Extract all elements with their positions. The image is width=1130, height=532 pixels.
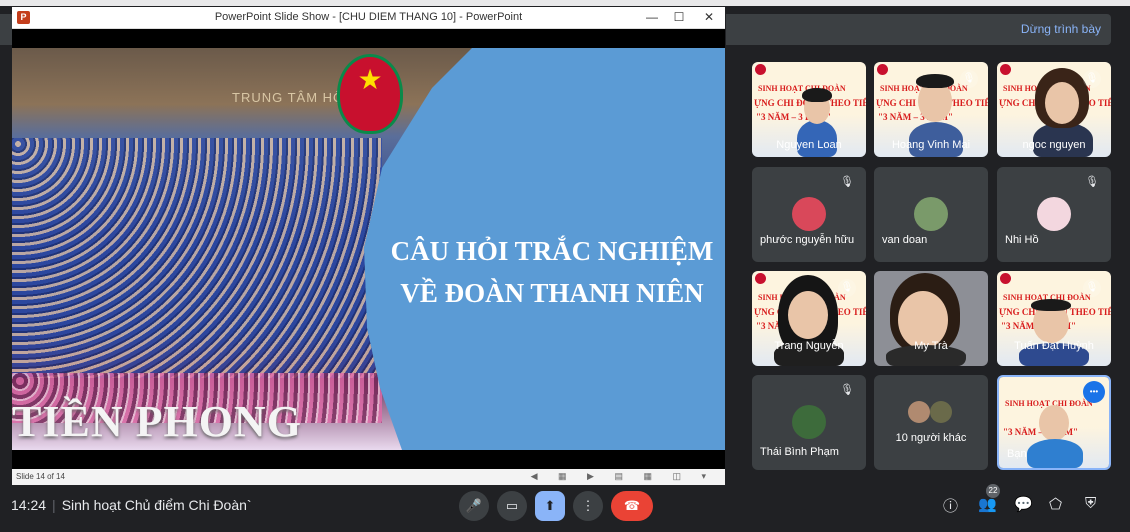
participant-tile[interactable]: SINH HOẠT CHI ĐOÀN ỰNG CHI ĐOÀN THEO TIÊ… bbox=[752, 62, 866, 157]
others-tile[interactable]: 10 người khác bbox=[874, 375, 988, 470]
slide-title: CÂU HỎI TRẮC NGHIỆM VỀ ĐOÀN THANH NIÊN bbox=[372, 230, 725, 314]
meeting-info: 14:24 | Sinh hoạt Chủ điểm Chi Đoàn` bbox=[11, 497, 252, 513]
participant-tile[interactable]: SINH HOẠT CHI ĐOÀN ỰNG CHI ĐOÀN THEO TIÊ… bbox=[752, 271, 866, 366]
self-tile[interactable]: SINH HOẠT CHI ĐOÀN "3 NĂM – 3 LÀM" ••• B… bbox=[997, 375, 1111, 470]
host-controls-icon[interactable]: ⛨ bbox=[1085, 495, 1096, 512]
avatar bbox=[930, 401, 952, 423]
others-count-label: 10 người khác bbox=[895, 432, 967, 444]
participant-tile[interactable]: 🎙 phước nguyễn hữu bbox=[752, 167, 866, 262]
view-controls-icons[interactable]: ◀ ▦ ▶ ▤ ▦ ◫ ▾ bbox=[531, 471, 715, 482]
ppt-window-title: PowerPoint Slide Show - [CHU DIEM THANG … bbox=[214, 11, 523, 23]
photo-caption: TIỀN PHONG bbox=[12, 397, 302, 446]
more-options-button[interactable]: ⋮ bbox=[573, 491, 603, 521]
union-flag-icon bbox=[755, 273, 766, 284]
people-icon[interactable]: 👥 bbox=[978, 495, 997, 513]
meeting-title: Sinh hoạt Chủ điểm Chi Đoàn` bbox=[61, 497, 252, 513]
meeting-details-icon[interactable]: ⓘ bbox=[943, 495, 958, 516]
participant-tile[interactable]: SINH HOẠT CHI ĐOÀN ỰNG CHI ĐOÀN THEO TIÊ… bbox=[997, 271, 1111, 366]
mic-off-icon: 🎙 bbox=[960, 70, 978, 88]
ppt-title-bar: P PowerPoint Slide Show - [CHU DIEM THAN… bbox=[12, 7, 725, 29]
separator: | bbox=[52, 497, 56, 513]
mic-off-icon: 🎙 bbox=[840, 384, 854, 396]
mic-off-icon: 🎙 bbox=[1085, 176, 1099, 188]
avatar bbox=[908, 401, 930, 423]
participant-name: phước nguyễn hữu bbox=[760, 234, 855, 246]
participant-tile[interactable]: van doan bbox=[874, 167, 988, 262]
slide-number: Slide 14 of 14 bbox=[16, 472, 65, 481]
mic-off-icon: 🎙 bbox=[1083, 70, 1101, 88]
participant-face bbox=[1045, 82, 1079, 124]
participant-name: Hoang Vinh Mai bbox=[891, 139, 971, 151]
clock-time: 14:24 bbox=[11, 497, 47, 513]
participant-name: Trang Nguyễn bbox=[774, 340, 844, 352]
participant-tile[interactable]: My Trà bbox=[874, 271, 988, 366]
maximize-icon[interactable]: ☐ bbox=[664, 9, 694, 25]
participant-face bbox=[1039, 405, 1069, 441]
present-now-button[interactable]: ⬆ bbox=[535, 491, 565, 521]
participant-name: Nhi Hồ bbox=[1005, 234, 1039, 246]
participant-name: van doan bbox=[882, 234, 928, 246]
left-edge bbox=[0, 14, 12, 45]
bottom-toolbar: 14:24 | Sinh hoạt Chủ điểm Chi Đoàn` 🎤 ▭ ⬆… bbox=[0, 484, 1130, 532]
more-options-icon[interactable]: ••• bbox=[1083, 381, 1105, 403]
youth-union-emblem-icon: ★ bbox=[337, 54, 403, 134]
union-flag-icon bbox=[1000, 64, 1011, 75]
minimize-icon[interactable]: — bbox=[637, 9, 667, 25]
slide-thumb-line1: SINH HOẠT CHI ĐOÀN bbox=[758, 84, 846, 93]
slide[interactable]: TRUNG TÂM HỘI ★ TIỀN PHONG CÂU HỎI TRẮC … bbox=[12, 48, 725, 450]
participant-face bbox=[788, 291, 828, 339]
participant-hair bbox=[1031, 299, 1071, 311]
photo-banner: TRUNG TÂM HỘI bbox=[232, 90, 349, 105]
participant-hair bbox=[802, 88, 832, 102]
chat-icon[interactable]: 💬 bbox=[1014, 495, 1033, 513]
participant-name: Nguyen Loan bbox=[776, 139, 842, 151]
slide-title-line1: CÂU HỎI TRẮC NGHIỆM bbox=[390, 236, 714, 266]
participant-name: Tuấn Đạt Huỳnh bbox=[1014, 340, 1094, 352]
participant-tile[interactable]: 🎙 Nhi Hồ bbox=[997, 167, 1111, 262]
slide-area: TRUNG TÂM HỘI ★ TIỀN PHONG CÂU HỎI TRẮC … bbox=[12, 29, 725, 469]
avatar bbox=[914, 197, 948, 231]
participant-name: Thái Bình Phạm bbox=[760, 446, 839, 458]
participant-tile[interactable]: SINH HOẠT CHI ĐOÀN ỰNG CHI ĐOÀN THEO TIÊ… bbox=[997, 62, 1111, 157]
avatar bbox=[792, 197, 826, 231]
participant-tile[interactable]: 🎙 Thái Bình Phạm bbox=[752, 375, 866, 470]
participant-name: My Trà bbox=[914, 340, 948, 352]
activities-icon[interactable]: ⬠ bbox=[1049, 495, 1062, 513]
union-flag-icon bbox=[1000, 273, 1011, 284]
mic-off-icon: 🎙 bbox=[838, 279, 856, 297]
participant-name: Bạn bbox=[1007, 448, 1027, 460]
ppt-status-bar: Slide 14 of 14 ◀ ▦ ▶ ▤ ▦ ◫ ▾ bbox=[12, 469, 725, 485]
stop-presenting-button[interactable]: Dừng trình bày bbox=[1021, 22, 1101, 36]
presenting-bar: Dừng trình bày bbox=[726, 14, 1111, 45]
avatar bbox=[1037, 197, 1071, 231]
powerpoint-window: P PowerPoint Slide Show - [CHU DIEM THAN… bbox=[12, 7, 725, 485]
avatar bbox=[792, 405, 826, 439]
leave-call-button[interactable]: ☎ bbox=[611, 491, 653, 521]
top-strip bbox=[0, 0, 1130, 6]
mic-off-icon: 🎙 bbox=[840, 176, 854, 188]
mic-off-icon: 🎙 bbox=[1083, 279, 1101, 297]
camera-button[interactable]: ▭ bbox=[497, 491, 527, 521]
participant-tile[interactable]: SINH HOẠT CHI ĐOÀN ỰNG CHI ĐOÀN THEO TIÊ… bbox=[874, 62, 988, 157]
slide-title-line2: VỀ ĐOÀN THANH NIÊN bbox=[400, 278, 704, 308]
microphone-button[interactable]: 🎤 bbox=[459, 491, 489, 521]
close-icon[interactable]: ✕ bbox=[694, 9, 724, 25]
union-flag-icon bbox=[755, 64, 766, 75]
crowd-image bbox=[12, 138, 382, 378]
participant-name: ngoc nguyen bbox=[1022, 139, 1086, 151]
participant-hair bbox=[916, 74, 954, 88]
union-flag-icon bbox=[877, 64, 888, 75]
